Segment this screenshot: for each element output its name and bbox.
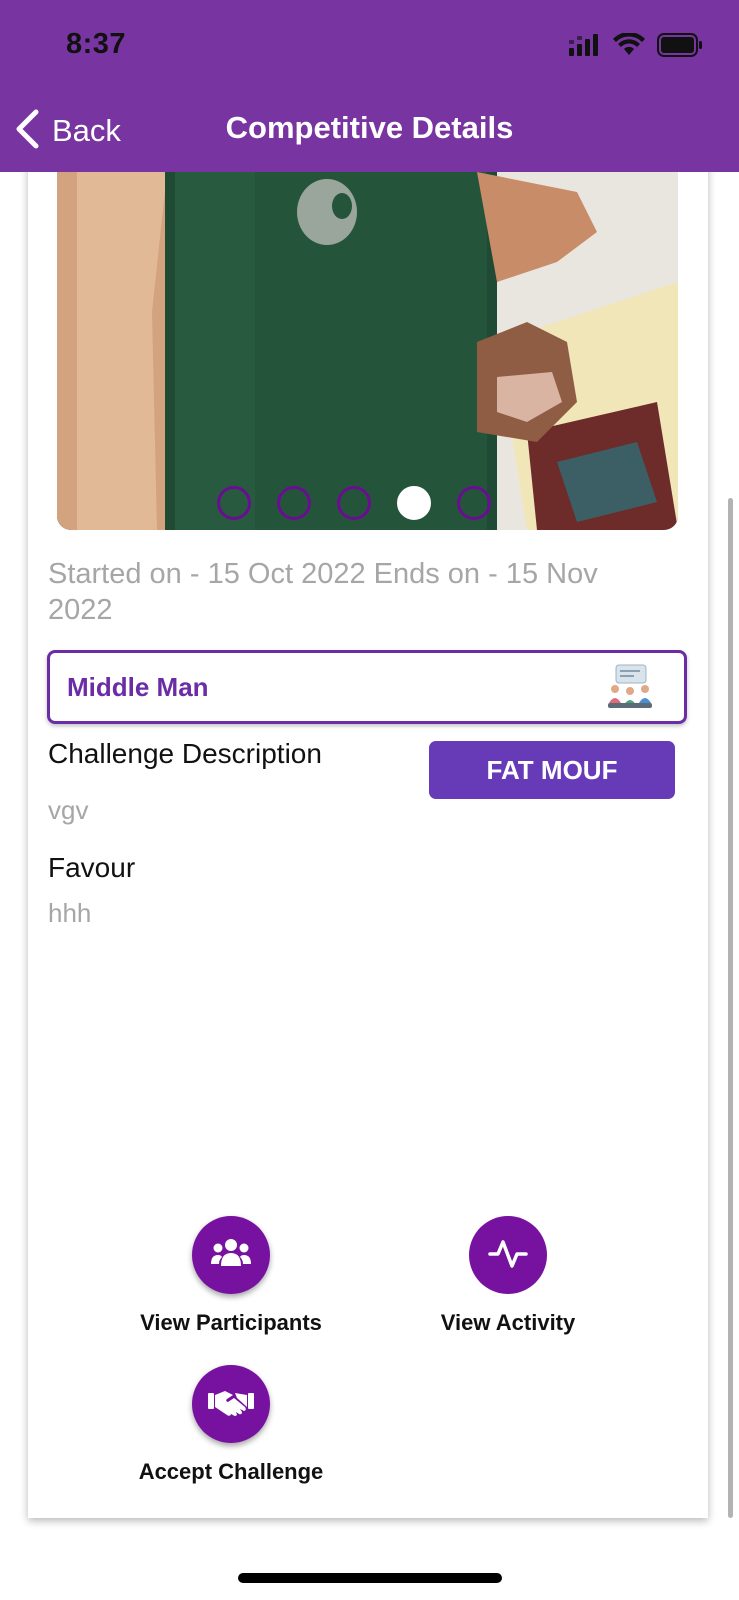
action-circle <box>469 1216 547 1294</box>
meeting-icon <box>606 663 654 716</box>
home-indicator[interactable] <box>238 1573 502 1583</box>
view-participants-label: View Participants <box>140 1310 322 1335</box>
handshake-icon <box>207 1385 255 1424</box>
carousel-dot[interactable] <box>457 486 491 520</box>
action-circle <box>192 1216 270 1294</box>
users-icon <box>210 1236 252 1275</box>
category-field[interactable]: Middle Man <box>47 650 687 724</box>
accept-challenge-label: Accept Challenge <box>138 1459 324 1484</box>
tag-button[interactable]: FAT MOUF <box>429 741 675 799</box>
carousel-dot[interactable] <box>277 486 311 520</box>
description-title: Challenge Description <box>48 738 322 769</box>
challenge-dates: Started on - 15 Oct 2022 Ends on - 15 No… <box>48 558 598 626</box>
challenge-photo <box>57 172 678 530</box>
wifi-icon <box>613 31 645 62</box>
status-time: 8:37 <box>66 28 127 60</box>
view-participants-button[interactable]: View Participants <box>111 1216 351 1336</box>
favour-title: Favour <box>48 852 136 883</box>
scrollbar[interactable] <box>728 498 733 1518</box>
carousel-dot[interactable] <box>217 486 251 520</box>
accept-challenge-button[interactable]: Accept Challenge <box>111 1365 351 1485</box>
signal-icon <box>569 33 601 61</box>
favour-value: hhh <box>48 898 92 928</box>
carousel-dot-active[interactable] <box>397 486 431 520</box>
page-title: Competitive Details <box>225 110 514 145</box>
status-icons <box>569 31 703 62</box>
view-activity-button[interactable]: View Activity <box>388 1216 628 1336</box>
carousel-indicators <box>217 486 491 520</box>
action-circle <box>192 1365 270 1443</box>
view-activity-label: View Activity <box>440 1310 576 1335</box>
battery-icon <box>657 32 703 62</box>
screen: 8:37 Back Competitive Details Started on… <box>0 0 739 1600</box>
category-label: Middle Man <box>67 671 209 702</box>
description-value: vgv <box>48 795 89 825</box>
challenge-card: Started on - 15 Oct 2022 Ends on - 15 No… <box>28 150 708 1518</box>
carousel-dot[interactable] <box>337 486 371 520</box>
app-header: 8:37 Back Competitive Details <box>0 0 739 172</box>
activity-icon <box>488 1236 528 1275</box>
challenge-photo-carousel[interactable] <box>57 172 678 530</box>
